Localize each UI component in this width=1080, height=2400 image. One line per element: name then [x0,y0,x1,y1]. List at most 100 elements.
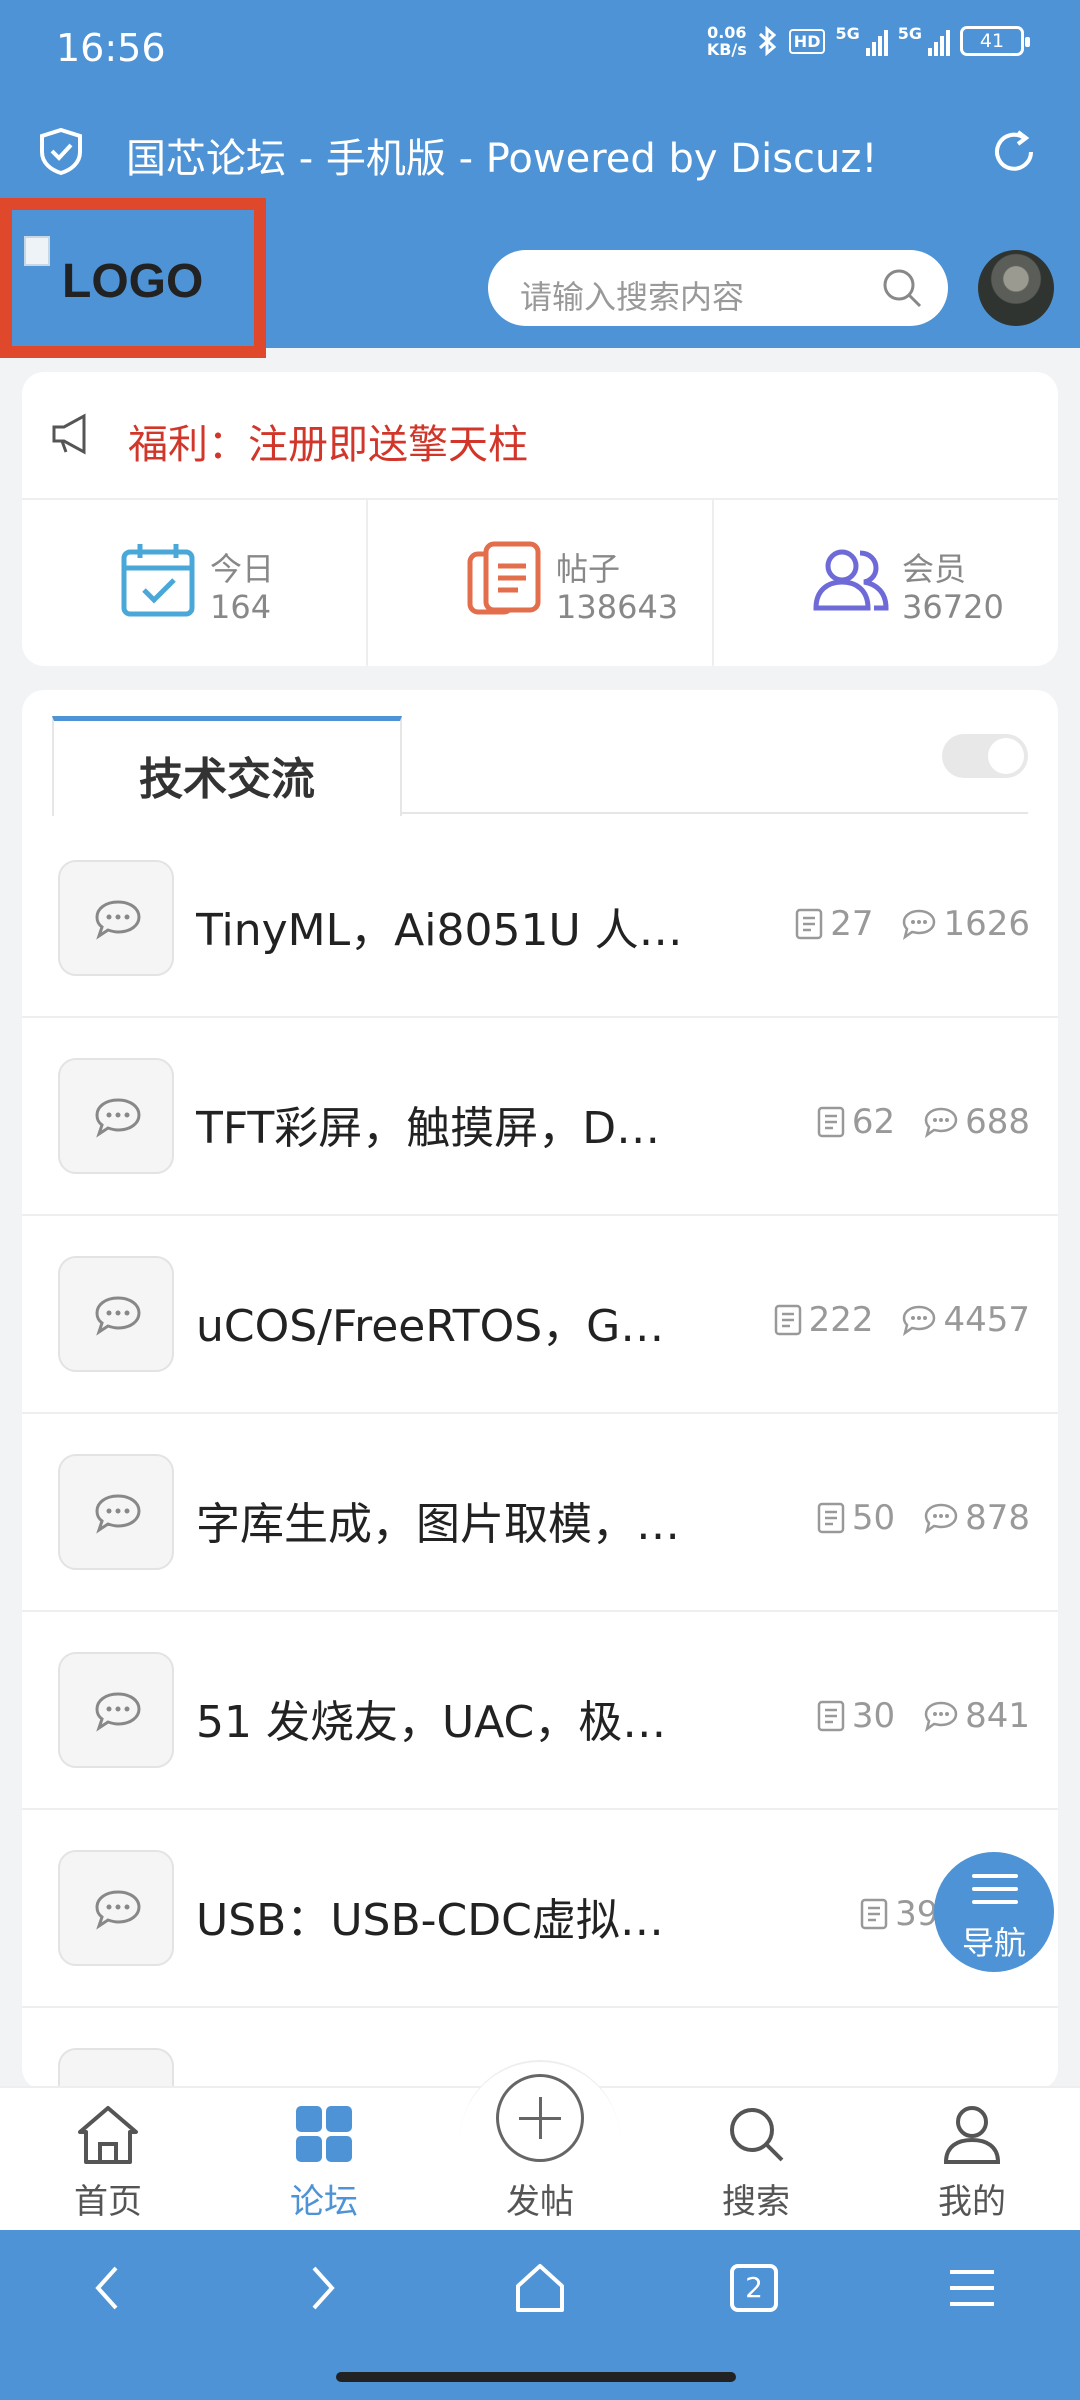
home-icon [78,2106,138,2164]
thread-count: 222 [808,1300,874,1340]
plus-icon [496,2074,584,2162]
nav-float-button[interactable]: 导航 [934,1852,1054,1972]
forward-icon[interactable] [292,2258,352,2318]
bottom-nav: 首页 论坛 发帖 搜索 我的 [0,2060,1080,2230]
list-item[interactable]: 字库生成，图片取模，… 50 878 [22,1414,1058,1612]
chat-bubble-icon [58,860,174,976]
back-icon[interactable] [78,2258,138,2318]
thread-count: 27 [830,904,874,944]
refresh-icon[interactable] [988,126,1040,178]
chat-bubble-icon [58,1652,174,1768]
site-header: LOGO 请输入搜索内容 [0,198,1080,358]
home-indicator[interactable] [336,2372,736,2382]
forum-meta: 50 878 [794,1498,1030,1538]
section-tabs: 技术交流 [52,716,1028,816]
shield-check-icon [40,127,82,176]
grid-icon [296,2106,352,2162]
chat-bubble-icon [58,1256,174,1372]
forum-list: TinyML，Ai8051U 人工… 27 1626 TFT彩屏，触摸屏，DM…… [22,820,1058,2090]
forum-meta: 62 688 [794,1102,1030,1142]
nav-post[interactable]: 发帖 [432,2074,648,2230]
nav-float-label: 导航 [961,1924,1026,1962]
forum-name: TinyML，Ai8051U 人工… [196,905,696,956]
network-type: 5G [835,24,860,43]
bluetooth-icon [758,25,777,57]
users-icon [813,549,889,611]
thread-icon [860,1898,888,1930]
list-item[interactable]: TinyML，Ai8051U 人工… 27 1626 [22,820,1058,1018]
chat-bubble-icon [58,1454,174,1570]
nav-label: 发帖 [506,2182,574,2222]
nav-label: 首页 [74,2182,142,2222]
forum-name: 51 发烧友，UAC，极致… [196,1697,696,1748]
forum-meta: 30 841 [794,1696,1030,1736]
post-count: 688 [965,1102,1030,1142]
post-count: 1626 [943,904,1030,944]
signal-icon [865,26,888,56]
thread-count: 30 [851,1696,896,1736]
battery-icon: 41 [960,26,1030,56]
reply-icon [924,1503,958,1534]
thread-count: 50 [851,1498,896,1538]
logo[interactable]: LOGO [0,198,266,358]
reply-icon [924,1107,958,1138]
nav-mine[interactable]: 我的 [864,2088,1080,2230]
stats-row: 今日 164 帖子 138643 会员 36720 [22,500,1058,666]
list-item[interactable]: TFT彩屏，触摸屏，DM… 62 688 [22,1018,1058,1216]
nav-search[interactable]: 搜索 [648,2088,864,2230]
thread-icon [817,1700,845,1732]
reply-icon [924,1701,958,1732]
nav-label: 论坛 [290,2182,358,2222]
search-icon [730,2108,784,2162]
avatar[interactable] [978,250,1054,326]
user-icon [943,2106,1001,2164]
nav-home[interactable]: 首页 [0,2088,216,2230]
list-item[interactable]: 51 发烧友，UAC，极致… 30 841 [22,1612,1058,1810]
document-icon [467,541,541,615]
thread-icon [817,1502,845,1534]
search-icon[interactable] [880,266,924,310]
thread-icon [795,908,823,940]
clock: 16:56 [56,26,166,70]
search-placeholder: 请输入搜索内容 [520,278,745,316]
tabs-button[interactable]: 2 [730,2264,778,2312]
status-icons: 0.06 KB/s HD 5G 5G 41 [706,23,1030,59]
stat-label: 会员 [902,550,967,588]
reply-icon [903,1305,936,1336]
nav-label: 我的 [938,2182,1006,2222]
megaphone-icon [52,413,86,455]
search-input[interactable]: 请输入搜索内容 [488,250,948,326]
forum-meta: 27 1626 [772,904,1030,944]
calendar-check-icon [121,544,195,617]
nav-label: 搜索 [722,2182,790,2222]
info-card: 福利：注册即送擎天柱 今日 164 帖子 138643 会员 36720 [22,372,1058,666]
stat-value: 164 [210,588,272,626]
post-count: 878 [965,1498,1030,1538]
home-icon[interactable] [510,2258,570,2318]
tab-tech-exchange[interactable]: 技术交流 [52,716,402,816]
chat-bubble-icon [58,1850,174,1966]
forum-meta: 222 4457 [751,1300,1030,1340]
chat-bubble-icon [58,2048,174,2090]
list-item[interactable]: USB：USB-CDC虚拟串… 397 [22,1810,1058,2008]
collapse-toggle[interactable] [942,734,1028,778]
post-count: 4457 [943,1300,1030,1340]
toggle-knob [988,738,1024,774]
forum-name: uCOS/FreeRTOS，GUI… [196,1301,696,1352]
chat-bubble-icon [58,1058,174,1174]
reply-icon [903,909,936,940]
thread-count: 62 [851,1102,896,1142]
forum-section: 技术交流 TinyML，Ai8051U 人工… 27 1626 TFT彩屏，触摸… [22,690,1058,2090]
stat-label: 帖子 [556,550,621,588]
hd-badge: HD [788,28,826,54]
menu-icon[interactable] [942,2258,1002,2318]
notice-bar[interactable]: 福利：注册即送擎天柱 [22,372,1058,500]
thread-icon [817,1106,845,1138]
list-item[interactable]: uCOS/FreeRTOS，GUI… 222 4457 [22,1216,1058,1414]
nav-forum[interactable]: 论坛 [216,2088,432,2230]
stat-value: 36720 [902,588,1004,626]
stat-today: 今日 164 [22,500,368,666]
network-speed: 0.06 KB/s [706,23,747,59]
notice-text: 福利：注册即送擎天柱 [128,422,528,468]
page-title: 国芯论坛 - 手机版 - Powered by Discuz! [126,136,878,182]
